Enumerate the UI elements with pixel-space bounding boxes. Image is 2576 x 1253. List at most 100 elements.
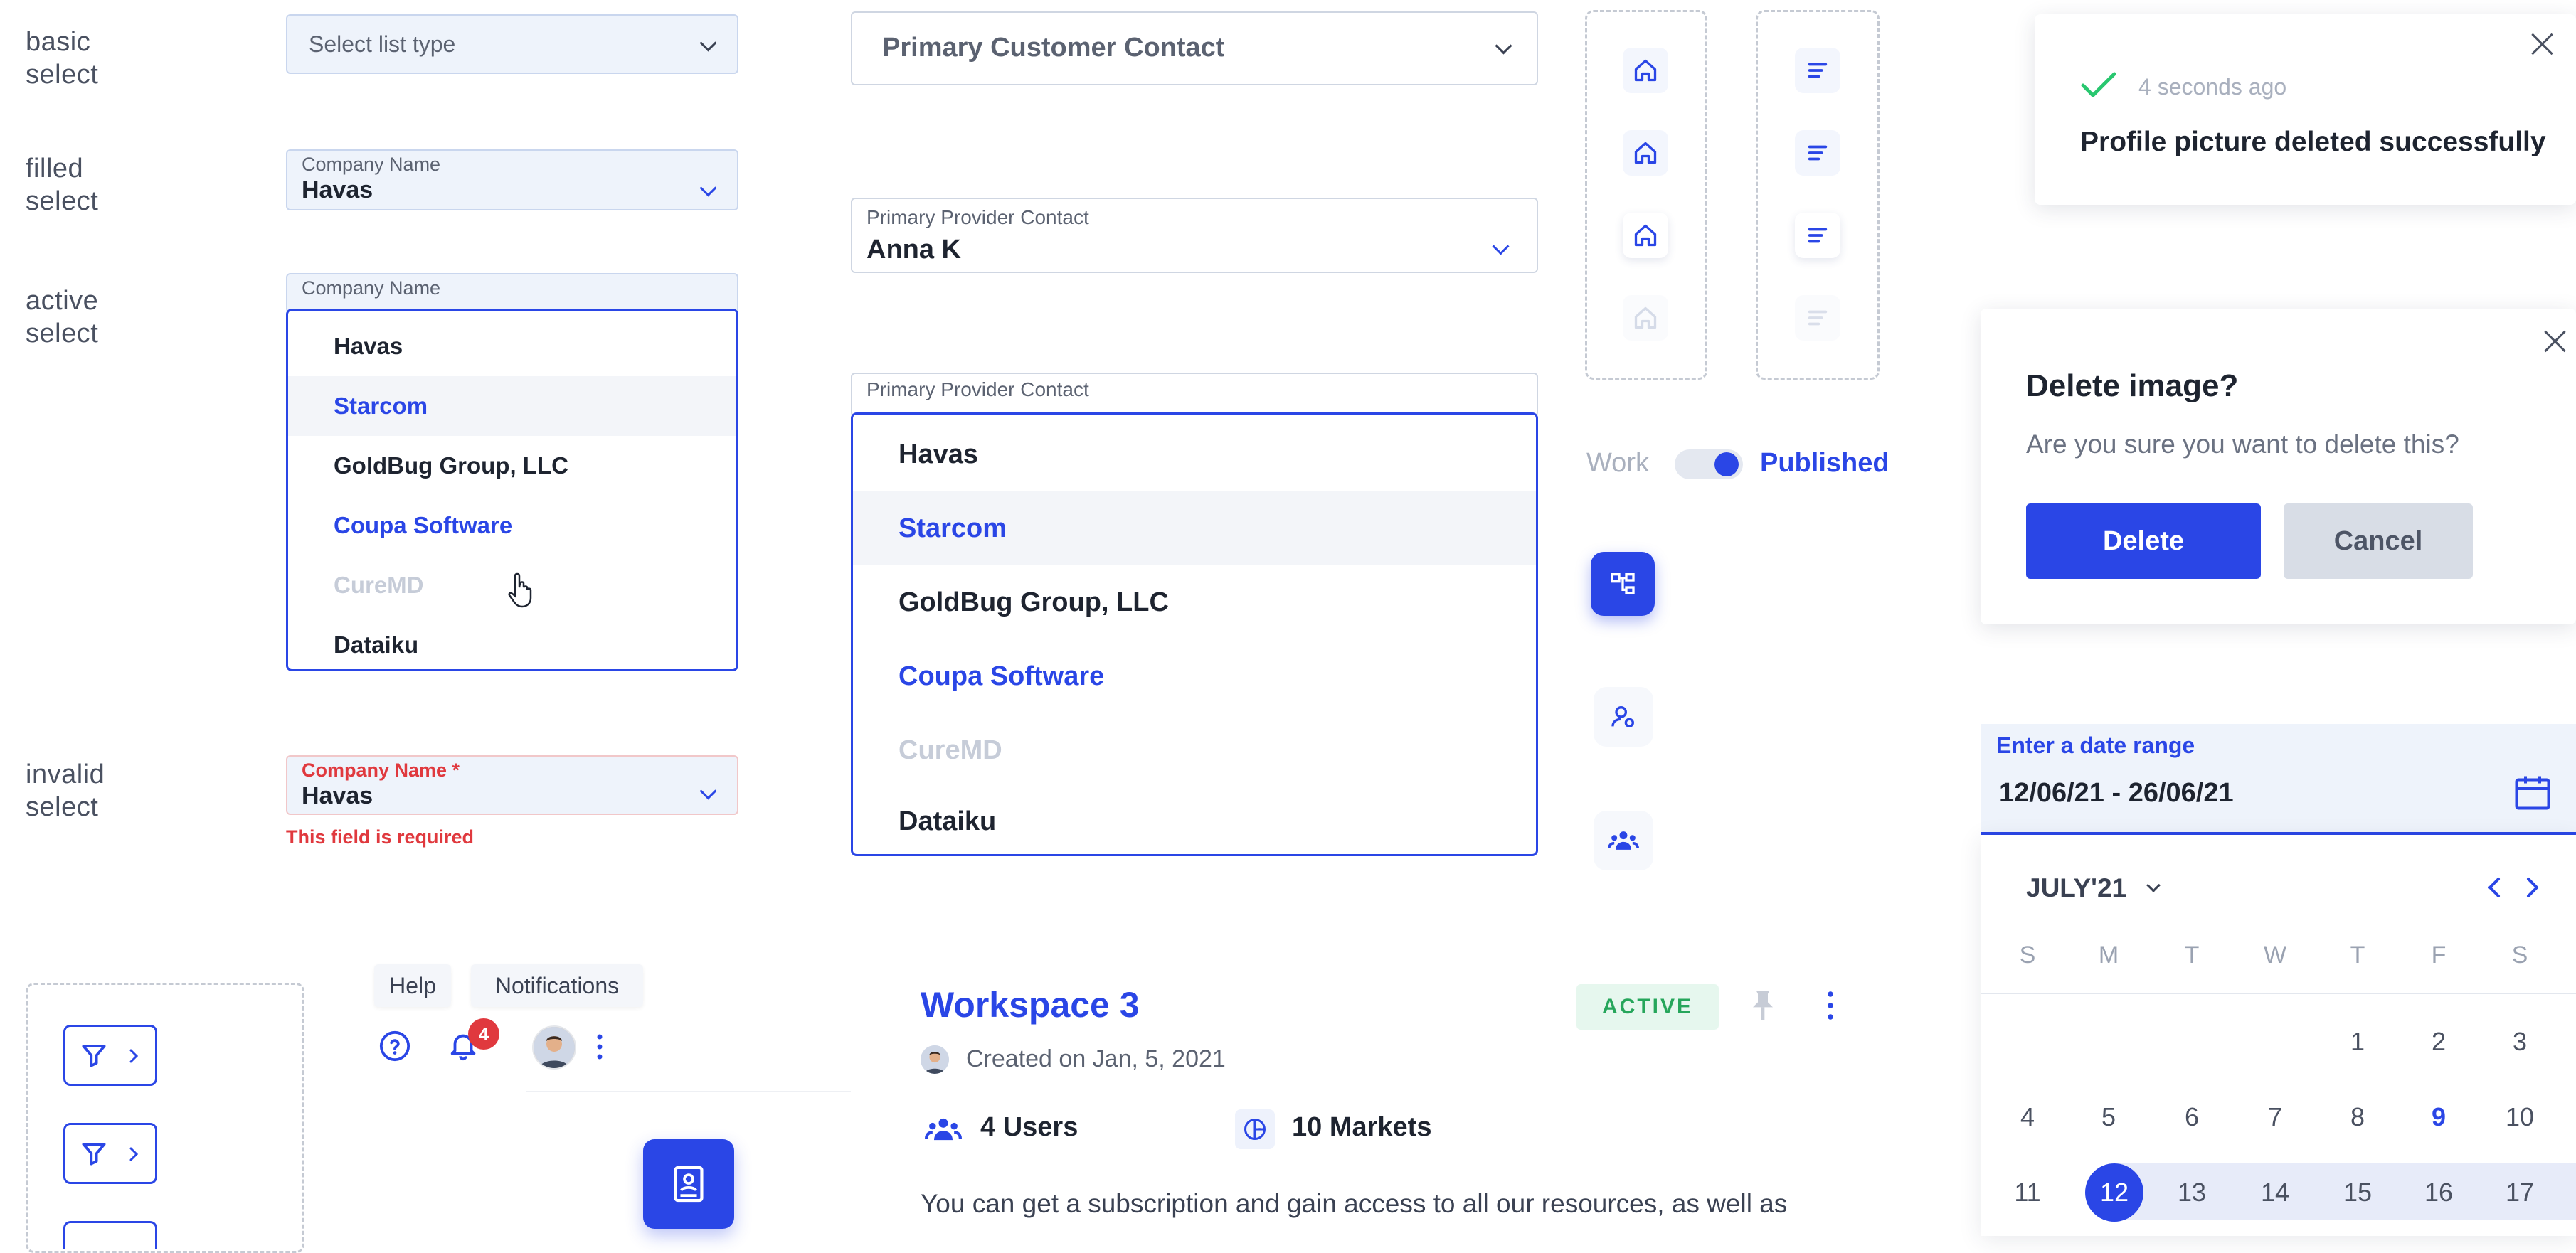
calendar-day-range-start[interactable]: 12 bbox=[2082, 1161, 2146, 1225]
calendar-day[interactable]: 7 bbox=[2243, 1085, 2307, 1149]
hand-cursor-icon bbox=[508, 572, 532, 608]
home-icon bbox=[1634, 142, 1657, 164]
date-range-value: 12/06/21 - 26/06/21 bbox=[1999, 778, 2234, 808]
calendar-day-in-range[interactable]: 15 bbox=[2326, 1161, 2390, 1225]
home-icon bbox=[1634, 59, 1657, 82]
calendar-day[interactable]: 10 bbox=[2488, 1085, 2552, 1149]
weekday-label: T bbox=[2350, 942, 2365, 969]
row-label-basic-select: basic select bbox=[26, 27, 99, 90]
chevron-down-icon bbox=[1495, 37, 1512, 55]
filter-buttons-frame bbox=[26, 983, 304, 1253]
company-name-select-active[interactable]: Company Name bbox=[286, 273, 738, 313]
dropdown-option[interactable]: GoldBug Group, LLC bbox=[288, 436, 736, 496]
company-name-select-invalid[interactable]: Company Name * Havas bbox=[286, 755, 738, 815]
calendar-day-today[interactable]: 9 bbox=[2407, 1085, 2471, 1149]
pin-icon[interactable] bbox=[1743, 986, 1783, 1025]
calendar-day-in-range[interactable]: 13 bbox=[2160, 1161, 2224, 1225]
chevron-right-icon[interactable] bbox=[2521, 875, 2543, 900]
calendar-day-in-range[interactable]: 14 bbox=[2243, 1161, 2307, 1225]
home-icon-states-frame bbox=[1585, 10, 1707, 380]
field-label: Primary Provider Contact bbox=[866, 378, 1089, 400]
dropdown-option[interactable]: Starcom bbox=[288, 376, 736, 436]
calendar-day[interactable]: 3 bbox=[2488, 1010, 2552, 1074]
calendar-day-in-range[interactable]: 17 bbox=[2488, 1161, 2552, 1225]
calendar-day[interactable]: 1 bbox=[2326, 1010, 2390, 1074]
dropdown-option[interactable]: Havas bbox=[288, 316, 736, 376]
select-value: Primary Customer Contact bbox=[882, 33, 1225, 63]
filter-button[interactable] bbox=[63, 1123, 157, 1184]
dropdown-option[interactable]: Dataiku bbox=[288, 615, 736, 675]
more-vertical-icon[interactable] bbox=[595, 1033, 605, 1061]
team-button[interactable] bbox=[1594, 811, 1653, 870]
toggle-on-label: Published bbox=[1760, 448, 1889, 478]
home-button[interactable] bbox=[1623, 130, 1668, 176]
select-value: Havas bbox=[302, 782, 373, 809]
date-range-field[interactable]: Enter a date range 12/06/21 - 26/06/21 bbox=[1981, 724, 2576, 835]
align-left-button[interactable] bbox=[1795, 130, 1840, 176]
close-icon[interactable] bbox=[2541, 327, 2570, 356]
select-value: Havas bbox=[302, 176, 373, 203]
workspace-description: You can get a subscription and gain acce… bbox=[921, 1189, 1788, 1218]
provider-contact-select[interactable]: Primary Provider Contact Anna K bbox=[851, 198, 1538, 273]
weekday-label: F bbox=[2431, 942, 2447, 969]
calendar-icon[interactable] bbox=[2511, 771, 2554, 814]
dropdown-option[interactable]: Dataiku bbox=[853, 787, 1536, 855]
more-vertical-icon[interactable] bbox=[1825, 990, 1835, 1021]
calendar-month[interactable]: JULY'21 bbox=[2026, 873, 2126, 903]
calendar-day[interactable]: 8 bbox=[2326, 1085, 2390, 1149]
error-message: This field is required bbox=[286, 826, 475, 848]
hierarchy-button[interactable] bbox=[1591, 552, 1655, 616]
success-toast: 4 seconds ago Profile picture deleted su… bbox=[2035, 14, 2576, 205]
row-label-active-select: active select bbox=[26, 286, 99, 348]
status-badge: ACTIVE bbox=[1576, 984, 1719, 1030]
dropdown-option[interactable]: Coupa Software bbox=[288, 496, 736, 555]
company-name-dropdown: Havas Starcom GoldBug Group, LLC Coupa S… bbox=[286, 309, 738, 671]
created-date: Created on Jan, 5, 2021 bbox=[966, 1045, 1226, 1072]
home-icon bbox=[1634, 224, 1657, 247]
calendar-day-in-range[interactable]: 16 bbox=[2407, 1161, 2471, 1225]
calendar-day[interactable]: 6 bbox=[2160, 1085, 2224, 1149]
select-placeholder: Select list type bbox=[309, 31, 456, 57]
company-name-select[interactable]: Company Name Havas bbox=[286, 149, 738, 210]
align-left-button[interactable] bbox=[1795, 213, 1840, 258]
provider-contact-select-active[interactable]: Primary Provider Contact bbox=[851, 373, 1538, 417]
workspace-title[interactable]: Workspace 3 bbox=[921, 984, 1140, 1025]
globe-icon bbox=[1244, 1119, 1266, 1140]
dropdown-option[interactable]: GoldBug Group, LLC bbox=[853, 565, 1536, 639]
list-type-select[interactable]: Select list type bbox=[286, 14, 738, 74]
home-button[interactable] bbox=[1623, 213, 1668, 258]
customer-contact-select[interactable]: Primary Customer Contact bbox=[851, 11, 1538, 85]
calendar-day[interactable]: 5 bbox=[2077, 1085, 2141, 1149]
chevron-down-icon[interactable] bbox=[2146, 878, 2161, 892]
calendar-panel: JULY'21 S M T W T F S 1 2 3 4 5 6 7 8 9 … bbox=[1981, 835, 2576, 1236]
publish-toggle[interactable] bbox=[1675, 449, 1743, 479]
markets-icon-box bbox=[1235, 1109, 1275, 1149]
dropdown-option[interactable]: Coupa Software bbox=[853, 639, 1536, 713]
home-button[interactable] bbox=[1623, 48, 1668, 93]
filter-button[interactable] bbox=[63, 1221, 157, 1249]
user-settings-icon bbox=[1611, 706, 1634, 727]
home-button-disabled bbox=[1623, 295, 1668, 341]
calendar-day[interactable]: 2 bbox=[2407, 1010, 2471, 1074]
user-settings-button[interactable] bbox=[1594, 687, 1653, 747]
chevron-down-icon bbox=[699, 179, 717, 197]
field-label: Company Name bbox=[302, 154, 441, 175]
notifications-tooltip: Notifications bbox=[471, 964, 643, 1007]
align-left-icon bbox=[1808, 145, 1828, 161]
cancel-button[interactable]: Cancel bbox=[2284, 503, 2473, 579]
toast-time: 4 seconds ago bbox=[2138, 74, 2287, 100]
contact-book-button[interactable] bbox=[643, 1139, 734, 1229]
filter-button[interactable] bbox=[63, 1025, 157, 1086]
help-icon[interactable] bbox=[378, 1030, 411, 1062]
avatar[interactable] bbox=[532, 1025, 576, 1070]
calendar-day[interactable]: 11 bbox=[1995, 1161, 2060, 1225]
delete-button[interactable]: Delete bbox=[2026, 503, 2261, 579]
calendar-day[interactable]: 4 bbox=[1995, 1085, 2060, 1149]
chevron-left-icon[interactable] bbox=[2484, 875, 2506, 900]
dropdown-option[interactable]: Starcom bbox=[853, 491, 1536, 565]
dropdown-option[interactable]: Havas bbox=[853, 417, 1536, 491]
calendar-divider bbox=[1981, 993, 2576, 994]
align-left-button[interactable] bbox=[1795, 48, 1840, 93]
close-icon[interactable] bbox=[2528, 30, 2557, 58]
markets-count: 10 Markets bbox=[1292, 1112, 1432, 1142]
